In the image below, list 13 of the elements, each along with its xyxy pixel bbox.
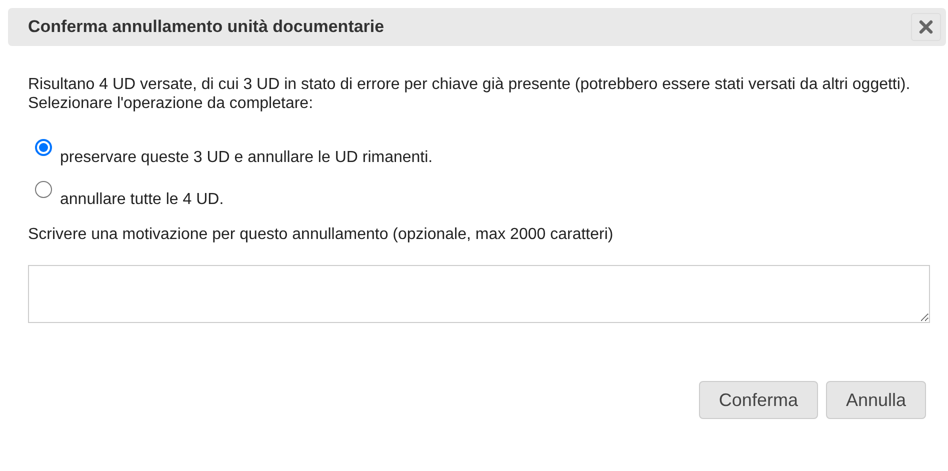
dialog-title: Conferma annullamento unità documentarie bbox=[28, 17, 384, 37]
message-text: Selezionare l'operazione da completare: bbox=[28, 94, 314, 113]
motivation-field[interactable] bbox=[28, 265, 930, 323]
dialog-button[interactable]: Annulla bbox=[826, 381, 926, 419]
radio-button[interactable] bbox=[35, 181, 52, 198]
close-button[interactable] bbox=[911, 13, 941, 41]
field-label: Scrivere una motivazione per questo annullamento (opzionale, max 2000 caratteri) bbox=[28, 226, 614, 244]
option-label: preservare queste 3 UD e annullare le UD rimanenti. bbox=[60, 149, 433, 167]
option-label: annullare tutte le 4 UD. bbox=[60, 191, 224, 209]
radio-button[interactable] bbox=[35, 139, 52, 156]
close-icon bbox=[919, 20, 933, 34]
dialog-button[interactable]: Conferma bbox=[698, 381, 818, 419]
message-text: Risultano 4 UD versate, di cui 3 UD in stato di errore per chiave già presente (potrebbero essere stati versati da altri oggetti). bbox=[28, 75, 912, 94]
